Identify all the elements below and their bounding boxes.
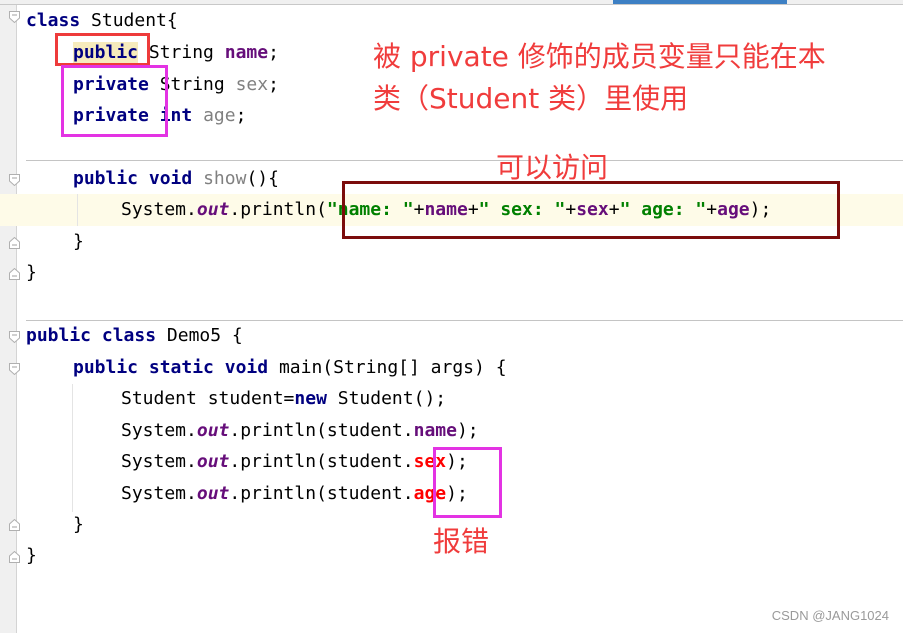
error-highlight-box — [433, 447, 502, 518]
call-end: ); — [456, 420, 479, 441]
keyword-public: public — [73, 168, 139, 189]
fold-end-icon[interactable] — [9, 268, 20, 280]
println-call: .println(student. — [229, 451, 414, 472]
keyword-class: class — [101, 325, 157, 346]
system-ref: System. — [121, 420, 197, 441]
fold-collapse-icon[interactable] — [9, 174, 20, 186]
code-line-demo-close[interactable]: } — [26, 546, 37, 566]
println-call: .println( — [229, 199, 327, 220]
active-tab-indicator[interactable] — [613, 0, 787, 4]
code-line-print-age[interactable]: System.out.println(student.age); — [121, 484, 468, 504]
keyword-public: public — [26, 325, 92, 346]
indent-guide — [77, 194, 78, 226]
declaration: Student student= — [121, 388, 295, 409]
field-sex: sex — [235, 74, 269, 95]
editor-gutter — [0, 5, 20, 633]
println-call: .println(student. — [229, 483, 414, 504]
type-name: String — [159, 74, 225, 95]
main-signature: main(String[] args) { — [278, 357, 507, 378]
access-highlight-box — [342, 181, 840, 239]
code-line-print-sex[interactable]: System.out.println(student.sex); — [121, 452, 468, 472]
accessible-note: 可以访问 — [496, 151, 609, 184]
semicolon: ; — [235, 105, 247, 126]
class-name: Demo5 — [166, 325, 222, 346]
method-separator — [26, 160, 903, 161]
system-ref: System. — [121, 199, 197, 220]
code-line-class-close[interactable]: } — [26, 263, 37, 283]
watermark: CSDN @JANG1024 — [771, 608, 889, 623]
brace: { — [221, 325, 243, 346]
static-field-out: out — [196, 483, 230, 504]
brace: } — [73, 514, 84, 535]
field-age: age — [203, 105, 236, 126]
field-name: name — [224, 42, 269, 63]
indent-guide — [72, 384, 73, 512]
private-note-line2: 类（Student 类）里使用 — [373, 82, 689, 115]
brace: { — [166, 10, 178, 31]
brace: } — [26, 262, 37, 283]
keyword-public: public — [73, 357, 139, 378]
code-line-method-close[interactable]: } — [73, 232, 84, 252]
type-name: String — [148, 42, 214, 63]
code-line-class-demo5[interactable]: public class Demo5 { — [26, 326, 243, 346]
fold-collapse-icon[interactable] — [9, 331, 20, 343]
system-ref: System. — [121, 451, 197, 472]
keyword-void: void — [224, 357, 269, 378]
keyword-new: new — [294, 388, 327, 409]
static-field-out: out — [196, 451, 230, 472]
class-name: Student — [91, 10, 167, 31]
semicolon: ; — [268, 42, 279, 63]
keyword-static: static — [148, 357, 214, 378]
static-field-out: out — [196, 420, 230, 441]
code-line-new-student[interactable]: Student student=new Student(); — [121, 389, 446, 409]
fold-end-icon[interactable] — [9, 237, 20, 249]
keyword-class: class — [26, 10, 81, 31]
code-line-print-name[interactable]: System.out.println(student.name); — [121, 421, 479, 441]
fold-end-icon[interactable] — [9, 551, 20, 563]
fold-collapse-icon[interactable] — [9, 11, 20, 23]
method-name: show — [203, 168, 247, 189]
brace: } — [26, 545, 37, 566]
constructor-call: Student(); — [326, 388, 447, 409]
system-ref: System. — [121, 483, 197, 504]
fold-end-icon[interactable] — [9, 519, 20, 531]
code-line-show-method[interactable]: public void show(){ — [73, 169, 279, 189]
public-highlight-box — [55, 33, 150, 66]
private-note-line1: 被 private 修饰的成员变量只能在本 — [373, 40, 826, 73]
println-call: .println(student. — [229, 420, 414, 441]
field-ref-name: name — [413, 420, 457, 441]
error-note: 报错 — [433, 525, 490, 558]
code-line-main-close[interactable]: } — [73, 515, 84, 535]
keyword-void: void — [148, 168, 193, 189]
brace: } — [73, 231, 84, 252]
parens: (){ — [246, 168, 279, 189]
method-separator — [26, 320, 903, 321]
code-line-class-student[interactable]: class Student{ — [26, 11, 178, 31]
semicolon: ; — [268, 74, 279, 95]
fold-collapse-icon[interactable] — [9, 363, 20, 375]
code-line-main-method[interactable]: public static void main(String[] args) { — [73, 358, 507, 378]
private-highlight-box — [61, 65, 168, 137]
static-field-out: out — [196, 199, 230, 220]
